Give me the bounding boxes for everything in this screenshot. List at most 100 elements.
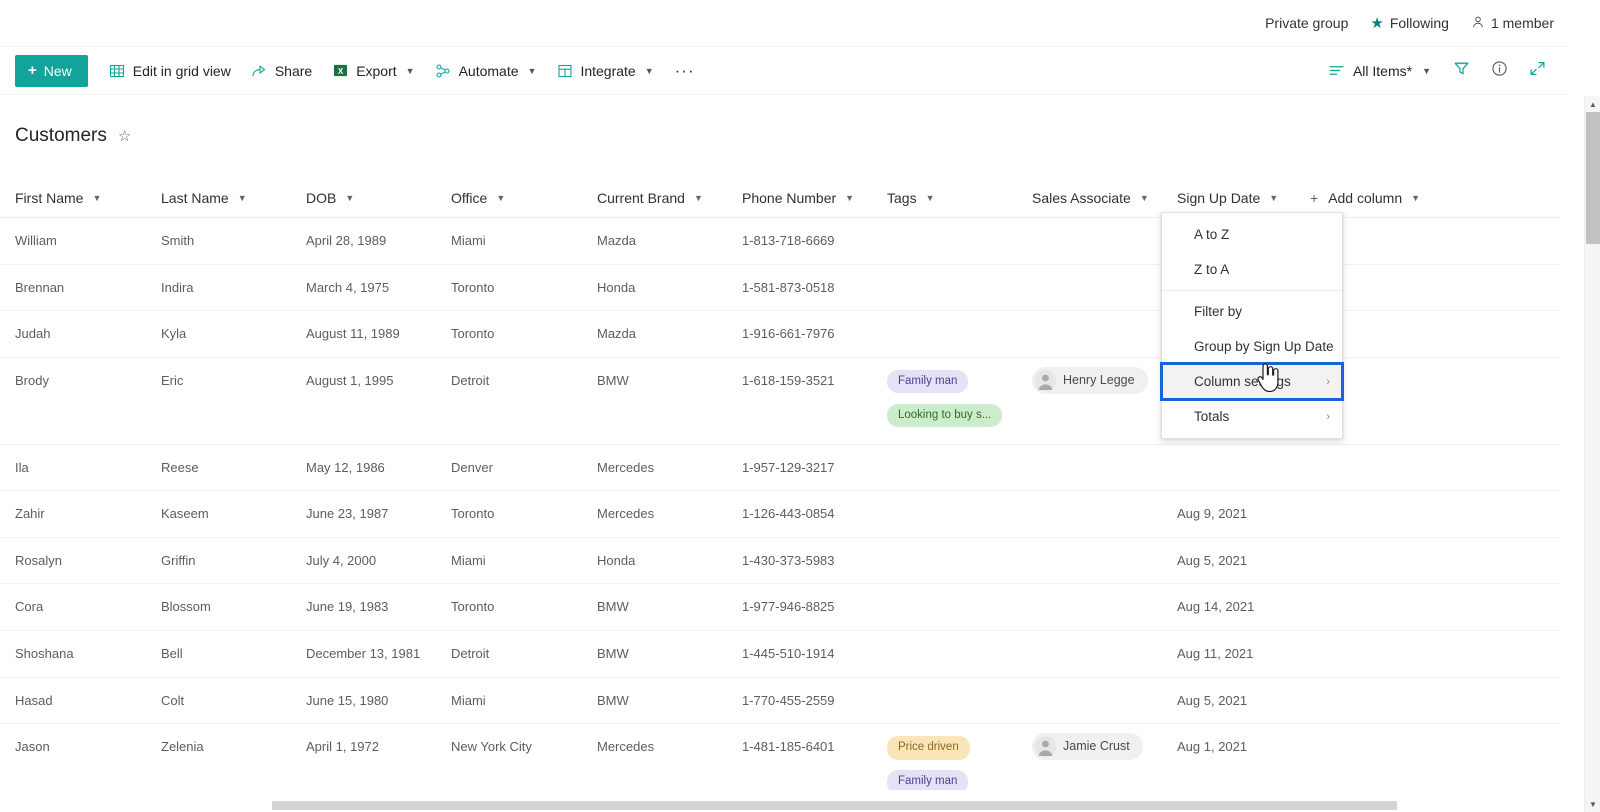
integrate-label: Integrate [580, 62, 636, 79]
menu-item-group-by-sign-up-date[interactable]: Group by Sign Up Date [1162, 329, 1342, 364]
cell-sign-up-date: Aug 9, 2021 [1177, 506, 1248, 522]
expand-icon [1529, 60, 1546, 82]
cell-tags [872, 265, 1017, 283]
table-row[interactable]: Cora Blossom June 19, 1983 Toronto BMW 1-977-… [0, 584, 1560, 631]
cell-first_name: Judah [15, 326, 51, 342]
cell-phone_number: 1-770-455-2559 [742, 692, 835, 708]
command-bar-right-group: All Items* ▼ [1319, 55, 1568, 87]
column-header-context-menu[interactable]: A to Z Z to A Filter by Group by Sign Up Da… [1160, 212, 1344, 439]
column-header-phone_number[interactable]: Phone Number ▼ [727, 178, 872, 217]
person-chip[interactable]: Henry Legge [1032, 366, 1148, 394]
column-header-label: Tags [887, 189, 917, 206]
chevron-down-icon: ▼ [693, 192, 703, 203]
share-button[interactable]: Share [242, 54, 321, 88]
filter-icon [1453, 60, 1470, 82]
menu-item-totals[interactable]: Totals › [1162, 399, 1342, 434]
chevron-down-icon: ▼ [1411, 192, 1421, 203]
cell-current_brand: Honda [597, 279, 636, 295]
cell-phone_number: 1-957-129-3217 [742, 459, 835, 475]
cell-tags [872, 631, 1017, 649]
menu-item-column-settings[interactable]: Column settings › [1160, 362, 1344, 401]
vertical-scrollbar[interactable]: ▲ ▼ [1584, 96, 1600, 812]
view-selector-button[interactable]: All Items* ▼ [1319, 55, 1440, 87]
column-header-dob[interactable]: DOB ▼ [291, 178, 436, 217]
edit-in-grid-view-button[interactable]: Edit in grid view [100, 54, 240, 88]
info-button[interactable] [1482, 55, 1516, 87]
cell-tags [872, 311, 1017, 329]
filter-button[interactable] [1444, 55, 1478, 87]
chevron-down-icon: ▼ [1269, 192, 1279, 203]
column-header-label: Current Brand [597, 189, 685, 206]
list-view-icon [1328, 62, 1345, 79]
menu-item-a-to-z[interactable]: A to Z [1162, 217, 1342, 252]
table-row[interactable]: Rosalyn Griffin July 4, 2000 Miami Honda 1-43… [0, 538, 1560, 585]
cell-phone_number: 1-618-159-3521 [742, 372, 835, 388]
cell-last_name: Bell [161, 645, 183, 661]
automate-button[interactable]: Automate ▼ [426, 54, 546, 88]
new-button-label: New [43, 62, 72, 79]
table-row[interactable]: Jason Zelenia April 1, 1972 New York City Me… [0, 724, 1560, 790]
more-commands-button[interactable]: ··· [665, 61, 705, 81]
column-header-label: Phone Number [742, 189, 837, 206]
cell-empty [1295, 678, 1450, 724]
cell-tags [872, 218, 1017, 236]
cell-office: Detroit [451, 372, 490, 388]
cell-office: Toronto [451, 279, 495, 295]
cell-office: Miami [451, 692, 486, 708]
cell-empty [1295, 491, 1450, 537]
cell-dob: June 15, 1980 [306, 692, 389, 708]
column-header-first_name[interactable]: First Name ▼ [0, 178, 146, 217]
command-bar: + New Edit in grid view Share X Export ▼… [0, 47, 1568, 95]
cell-last_name: Colt [161, 692, 185, 708]
cell-first_name: Brennan [15, 279, 65, 295]
cell-tags [872, 445, 1017, 463]
cell-sign-up-date [1162, 445, 1295, 473]
integrate-button[interactable]: Integrate ▼ [547, 54, 662, 88]
column-header-label: First Name [15, 189, 84, 206]
star-outline-icon[interactable]: ☆ [118, 129, 131, 144]
cell-phone_number: 1-813-718-6669 [742, 233, 835, 248]
person-chip[interactable]: Jamie Crust [1032, 733, 1143, 761]
table-row[interactable]: Ila Reese May 12, 1986 Denver Mercedes 1-957-… [0, 445, 1560, 492]
table-row[interactable]: Shoshana Bell December 13, 1981 Detroit BMW 1… [0, 631, 1560, 678]
cell-first_name: Cora [15, 599, 44, 615]
cell-dob: March 4, 1975 [306, 279, 390, 295]
column-header-sales_associate[interactable]: Sales Associate ▼ [1017, 178, 1162, 217]
site-status-bar: Private group ★ Following 1 member [0, 0, 1568, 47]
menu-item-z-to-a[interactable]: Z to A [1162, 252, 1342, 287]
menu-item-label: Totals [1194, 409, 1230, 424]
cell-first_name: William [15, 233, 57, 248]
table-row[interactable]: Hasad Colt June 15, 1980 Miami BMW 1-770-455-… [0, 678, 1560, 725]
scroll-down-arrow-icon[interactable]: ▼ [1585, 796, 1600, 812]
automate-icon [435, 62, 452, 79]
chevron-right-icon: › [1326, 410, 1330, 423]
cell-first_name: Jason [15, 739, 50, 755]
vertical-scrollbar-thumb[interactable] [1586, 112, 1600, 244]
following-button[interactable]: ★ Following [1370, 15, 1449, 31]
cell-office: Toronto [451, 599, 495, 615]
expand-button[interactable] [1520, 55, 1554, 87]
cell-phone_number: 1-916-661-7976 [742, 326, 835, 342]
column-header-tags[interactable]: Tags ▼ [872, 178, 1017, 217]
cell-sales-associate [1017, 631, 1162, 654]
table-row[interactable]: Zahir Kaseem June 23, 1987 Toronto Mercedes 1… [0, 491, 1560, 538]
cell-office: Toronto [451, 506, 495, 522]
members-button[interactable]: 1 member [1471, 15, 1554, 31]
scroll-up-arrow-icon[interactable]: ▲ [1585, 96, 1600, 112]
chevron-down-icon: ▼ [345, 192, 355, 203]
cell-empty [1295, 445, 1450, 491]
column-header-current_brand[interactable]: Current Brand ▼ [582, 178, 727, 217]
column-header-office[interactable]: Office ▼ [436, 178, 582, 217]
cell-sales-associate [1017, 218, 1162, 241]
export-button[interactable]: X Export ▼ [323, 54, 423, 88]
column-header-last_name[interactable]: Last Name ▼ [146, 178, 291, 217]
cell-office: New York City [451, 739, 532, 755]
menu-item-filter-by[interactable]: Filter by [1162, 294, 1342, 329]
svg-text:X: X [338, 67, 344, 76]
horizontal-scrollbar-thumb[interactable] [272, 801, 1397, 810]
cell-last_name: Kyla [161, 326, 187, 342]
new-button[interactable]: + New [15, 54, 88, 87]
cell-phone_number: 1-581-873-0518 [742, 279, 835, 295]
cell-tags [872, 491, 1017, 509]
horizontal-scrollbar[interactable] [0, 798, 1584, 812]
